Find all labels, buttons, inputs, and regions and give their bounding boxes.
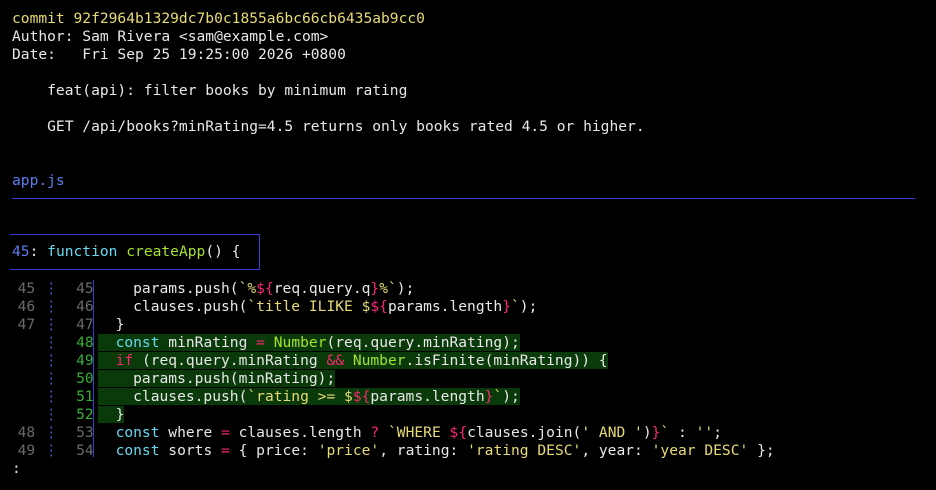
gutter-row: ⋮ 51 <box>0 388 94 406</box>
old-line-number <box>0 406 35 423</box>
commit-subject: feat(api): filter books by minimum ratin… <box>12 82 408 99</box>
new-line-number: 50 <box>67 370 94 387</box>
gutter-separator: ⋮ <box>35 280 68 297</box>
code-line-added: clauses.push(`rating >= $${params.length… <box>98 388 520 405</box>
new-line-number: 48 <box>67 334 94 351</box>
commit-hash-line: commit 92f2964b1329dc7b0c1855a6bc66cb643… <box>12 10 425 27</box>
code-line-added: const minRating = Number(req.query.minRa… <box>98 334 520 352</box>
old-line-number <box>0 352 35 369</box>
gutter-separator: ⋮ <box>35 316 68 333</box>
gutter-separator: ⋮ <box>35 442 68 459</box>
gutter-row: ⋮ 49 <box>0 352 94 370</box>
code-line-added: params.push(minRating); <box>98 370 336 387</box>
gutter-separator: ⋮ <box>35 352 68 369</box>
new-line-number: 54 <box>67 442 94 459</box>
hunk-line-number: 45 <box>12 243 30 260</box>
gutter-divider <box>93 280 94 457</box>
gutter-separator: ⋮ <box>35 424 68 441</box>
code-line: const sorts = { price: 'price', rating: … <box>115 442 775 459</box>
new-line-number: 53 <box>67 424 94 441</box>
hunk-function-name: createApp <box>126 243 206 260</box>
code-line: clauses.push(`title ILIKE $${params.leng… <box>98 298 538 315</box>
gutter-row: ⋮ 50 <box>0 370 94 388</box>
gutter-row: 48 ⋮ 53 <box>0 424 94 442</box>
old-line-number: 46 <box>0 298 36 315</box>
code-line: params.push(`%${req.query.q}%`); <box>98 280 415 297</box>
old-line-number: 49 <box>0 442 36 459</box>
code-line-added: } <box>98 406 125 423</box>
pager-prompt[interactable]: : <box>12 460 21 478</box>
new-line-number: 47 <box>67 316 94 333</box>
gutter-separator: ⋮ <box>35 370 68 387</box>
date-line: Date: Fri Sep 25 19:25:00 2026 +0800 <box>12 46 346 63</box>
gutter-row: 47 ⋮ 47 <box>0 316 94 334</box>
new-line-number: 51 <box>67 388 94 405</box>
commit-body: GET /api/books?minRating=4.5 returns onl… <box>12 118 645 135</box>
code-line-added: if (req.query.minRating && Number.isFini… <box>98 352 608 370</box>
gutter-separator: ⋮ <box>35 298 68 315</box>
code-line: const where = clauses.length ? `WHERE ${… <box>115 424 722 441</box>
old-line-number <box>0 370 35 387</box>
old-line-number: 48 <box>0 424 36 441</box>
gutter-row: 46 ⋮ 46 <box>0 298 94 316</box>
old-line-number <box>0 334 35 351</box>
hunk-header: 45: function createApp() { <box>12 243 240 261</box>
gutter-separator: ⋮ <box>35 334 68 351</box>
hunk-keyword: function <box>38 243 127 260</box>
hunk-rest: () { <box>205 243 241 260</box>
old-line-number: 47 <box>0 316 36 333</box>
new-line-number: 49 <box>67 352 94 369</box>
old-line-number: 45 <box>0 280 36 297</box>
gutter-separator: ⋮ <box>35 406 68 423</box>
gutter-row: 45 ⋮ 45 <box>0 280 94 298</box>
new-line-number: 46 <box>67 298 94 315</box>
gutter-row: ⋮ 52 <box>0 406 94 424</box>
gutter-row: ⋮ 48 <box>0 334 94 352</box>
new-line-number: 52 <box>67 406 94 423</box>
new-line-number: 45 <box>67 280 94 297</box>
file-divider <box>12 198 915 199</box>
code-line: } <box>98 316 125 333</box>
gutter-row: 49 ⋮ 54 <box>0 442 94 460</box>
gutter-separator: ⋮ <box>35 388 68 405</box>
file-name: app.js <box>12 172 65 189</box>
old-line-number <box>0 388 35 405</box>
author-line: Author: Sam Rivera <sam@example.com> <box>12 28 329 45</box>
